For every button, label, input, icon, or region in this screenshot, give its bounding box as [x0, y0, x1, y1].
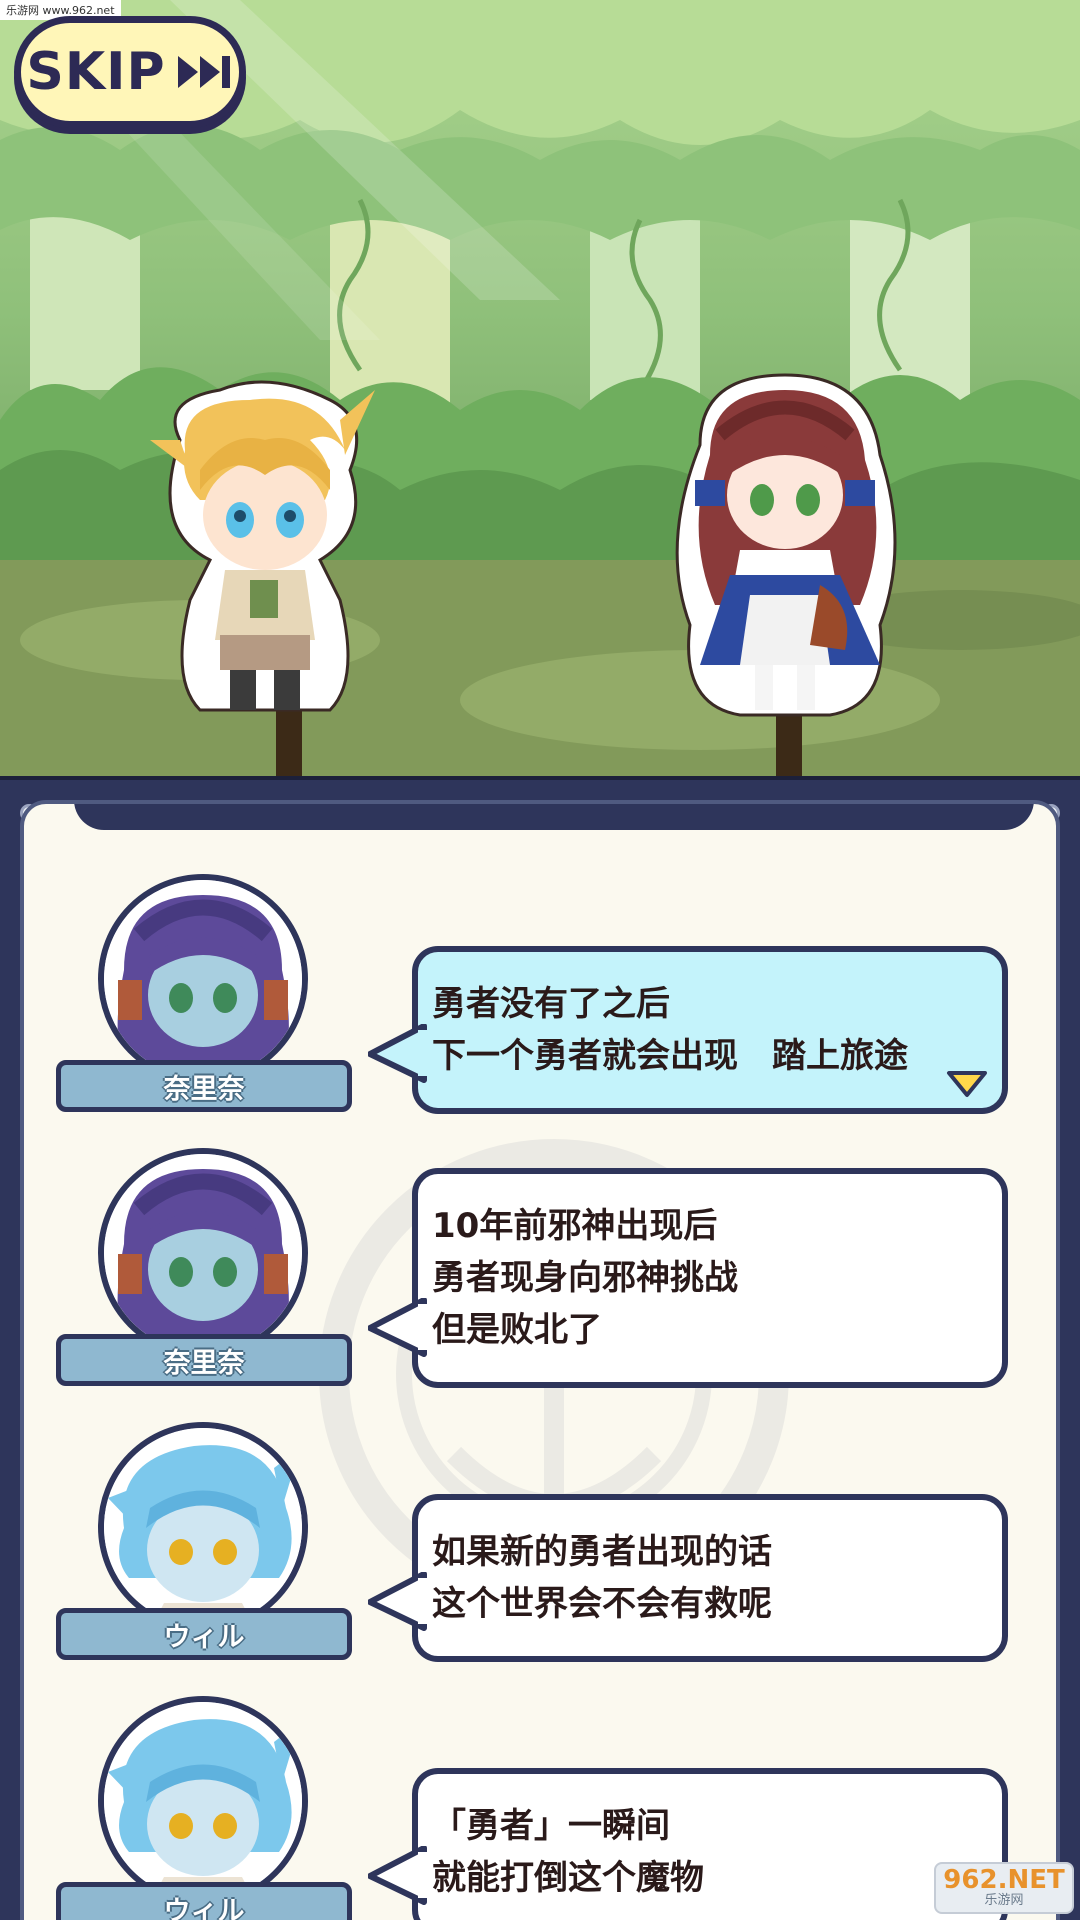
panel-top-tab: [74, 804, 1034, 830]
speaker-portrait: [98, 1696, 308, 1906]
dialog-entry: ウィル 如果新的勇者出现的话 这个世界会不会有救呢: [24, 1422, 1056, 1692]
dialog-text: 如果新的勇者出现的话 这个世界会不会有救呢: [432, 1532, 772, 1624]
blue-haired-boy-portrait: [104, 1428, 302, 1626]
dialog-entry: ウィル 「勇者」一瞬间 就能打倒这个魔物: [24, 1696, 1056, 1920]
next-arrow-icon[interactable]: [946, 1070, 988, 1098]
brown-haired-girl-character[interactable]: [640, 365, 930, 725]
purple-haired-girl-portrait: [104, 880, 302, 1078]
blue-haired-boy-portrait: [104, 1702, 302, 1900]
speech-bubble[interactable]: 如果新的勇者出现的话 这个世界会不会有救呢: [368, 1494, 1008, 1662]
speaker-name: ウィル: [163, 1895, 245, 1920]
watermark-site-name: 乐游网: [984, 1893, 1024, 1908]
site-logo-watermark: 962.NET 乐游网: [934, 1862, 1074, 1914]
watermark-domain: 962.NET: [943, 1865, 1065, 1895]
fast-forward-icon: [177, 56, 230, 88]
speech-bubble[interactable]: 勇者没有了之后 下一个勇者就会出现 踏上旅途: [368, 946, 1008, 1114]
dialog-text: 「勇者」一瞬间 就能打倒这个魔物: [432, 1806, 704, 1898]
skip-label: SKIP: [26, 42, 166, 102]
purple-haired-girl-portrait: [104, 1154, 302, 1352]
speech-bubble[interactable]: 「勇者」一瞬间 就能打倒这个魔物: [368, 1768, 1008, 1920]
speaker-nameplate: ウィル: [56, 1608, 352, 1660]
speaker-nameplate: ウィル: [56, 1882, 352, 1920]
dialog-log-panel: 奈里奈 勇者没有了之后 下一个勇者就会出现 踏上旅途 奈里奈 10年前邪神出现后…: [0, 776, 1080, 1920]
dialog-entry: 奈里奈 勇者没有了之后 下一个勇者就会出现 踏上旅途: [24, 874, 1056, 1144]
speaker-portrait: [98, 874, 308, 1084]
blonde-boy-character[interactable]: [140, 380, 380, 720]
speech-bubble[interactable]: 10年前邪神出现后 勇者现身向邪神挑战 但是败北了: [368, 1168, 1008, 1388]
speaker-portrait: [98, 1148, 308, 1358]
dialog-text: 10年前邪神出现后 勇者现身向邪神挑战 但是败北了: [432, 1206, 738, 1350]
forest-scene: 乐游网 www.962.net SKIP: [0, 0, 1080, 780]
speech-bubble-tail: [368, 1846, 428, 1905]
dialog-text: 勇者没有了之后 下一个勇者就会出现 踏上旅途: [432, 984, 908, 1076]
speaker-nameplate: 奈里奈: [56, 1060, 352, 1112]
speaker-nameplate: 奈里奈: [56, 1334, 352, 1386]
speaker-portrait: [98, 1422, 308, 1632]
speaker-name: 奈里奈: [163, 1347, 245, 1379]
speaker-name: 奈里奈: [163, 1073, 245, 1105]
speech-bubble-tail: [368, 1298, 428, 1357]
dialog-log-content[interactable]: 奈里奈 勇者没有了之后 下一个勇者就会出现 踏上旅途 奈里奈 10年前邪神出现后…: [20, 800, 1060, 1920]
dialog-entry: 奈里奈 10年前邪神出现后 勇者现身向邪神挑战 但是败北了: [24, 1148, 1056, 1418]
skip-button[interactable]: SKIP: [14, 16, 246, 128]
speaker-name: ウィル: [163, 1621, 245, 1653]
speech-bubble-tail: [368, 1024, 428, 1083]
speech-bubble-tail: [368, 1572, 428, 1631]
